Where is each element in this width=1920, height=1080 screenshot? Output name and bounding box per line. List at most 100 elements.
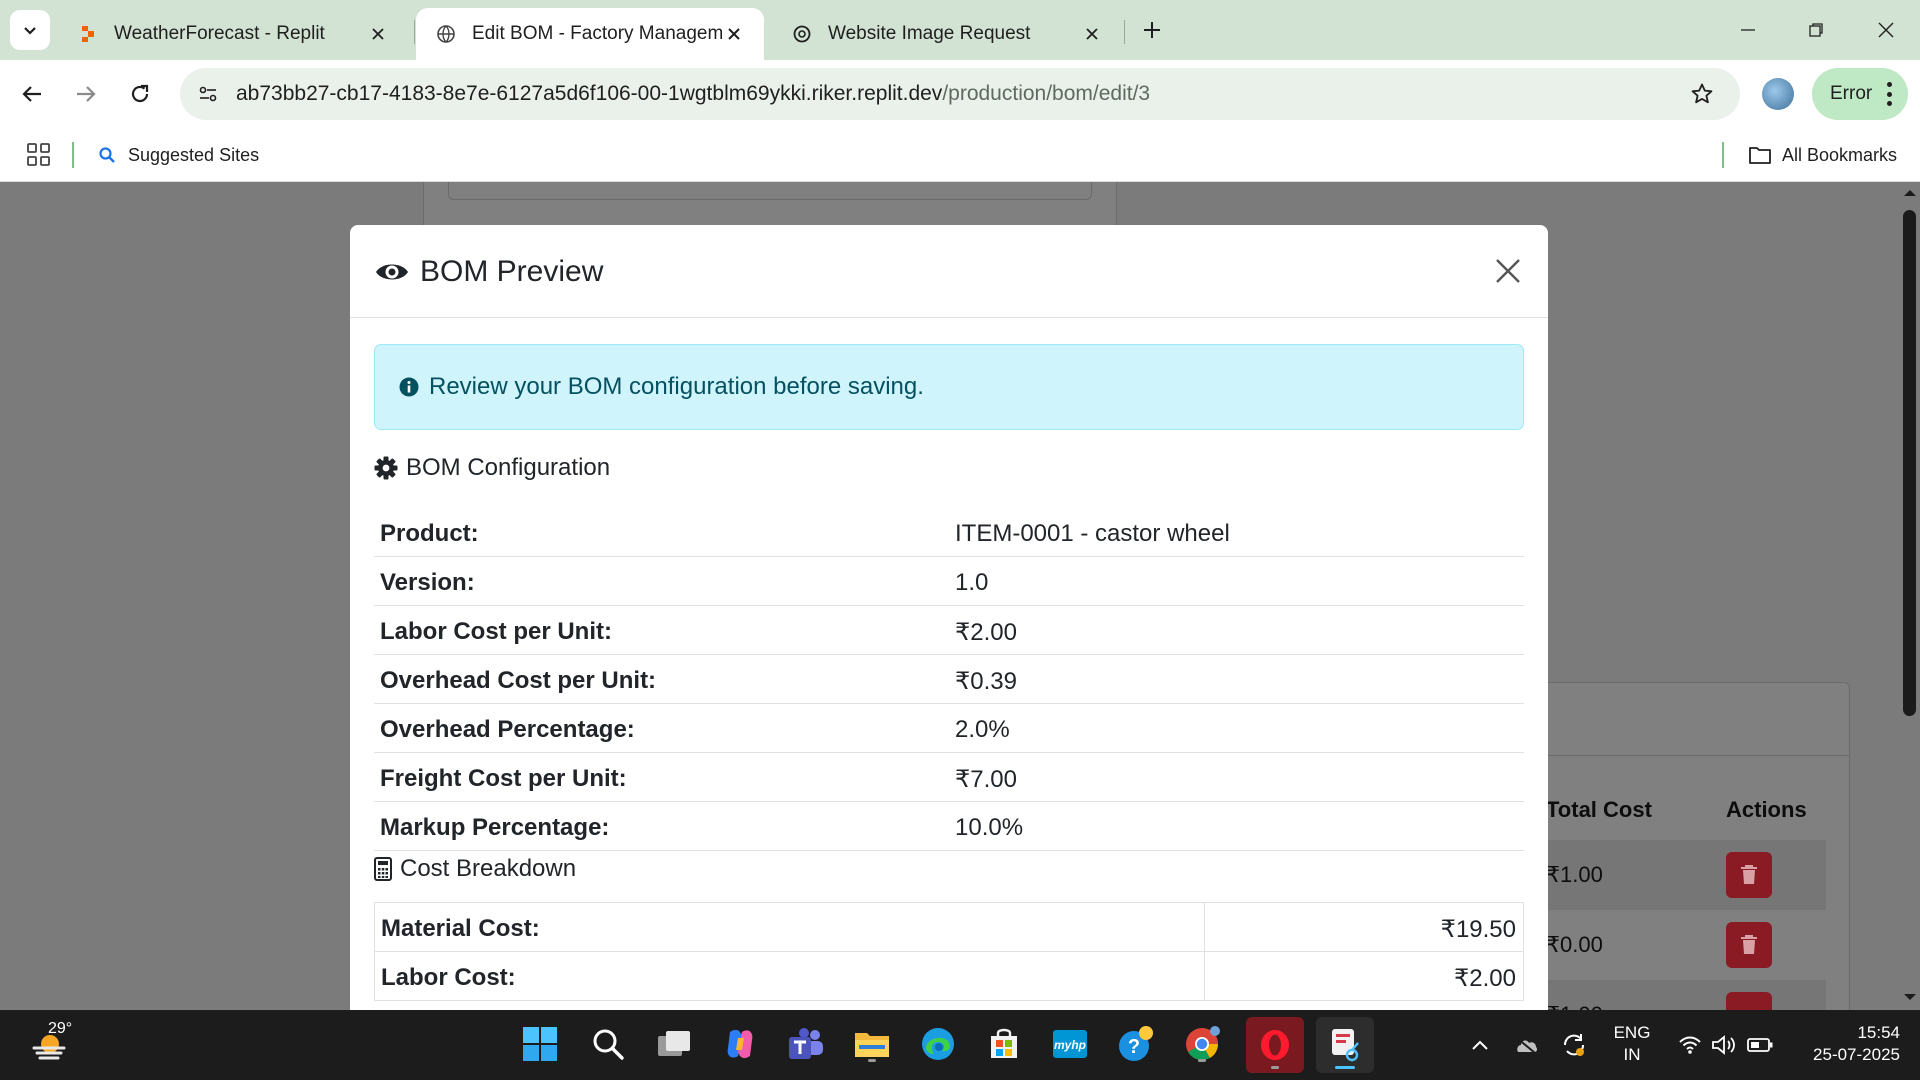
scrollbar-thumb[interactable] — [1903, 210, 1916, 716]
config-label: Labor Cost per Unit: — [380, 618, 612, 645]
close-tab-icon[interactable] — [722, 22, 746, 46]
site-info-icon[interactable] — [188, 74, 228, 114]
system-clock[interactable]: 15:54 25-07-2025 — [1790, 1022, 1900, 1066]
config-label: Markup Percentage: — [380, 814, 610, 841]
svg-text:myhp: myhp — [1054, 1038, 1086, 1052]
modal-title: BOM Preview — [374, 255, 603, 289]
cloud-offline-icon — [1516, 1037, 1538, 1054]
config-value: ₹7.00 — [955, 766, 1017, 793]
weather-temperature: 29° — [48, 1020, 73, 1037]
tab-website-image-request[interactable]: Website Image Request — [772, 8, 1122, 60]
tab-search-button[interactable] — [10, 10, 50, 50]
cost-label: Material Cost: — [381, 915, 540, 942]
bookmarks-separator — [1722, 142, 1724, 168]
input-language-indicator[interactable]: ENG IN — [1612, 1022, 1652, 1066]
bookmarks-bar: Suggested Sites All Bookmarks — [0, 128, 1920, 182]
config-value: 2.0% — [955, 716, 1010, 743]
minimize-icon — [1741, 29, 1755, 31]
task-view-button[interactable] — [652, 1022, 696, 1066]
file-explorer-button[interactable] — [850, 1022, 894, 1066]
delete-row-button[interactable] — [1726, 922, 1772, 968]
edge-icon — [922, 1028, 954, 1060]
bookmark-star-button[interactable] — [1684, 76, 1720, 112]
forward-button[interactable] — [68, 76, 104, 112]
config-value: 1.0 — [955, 569, 989, 596]
get-help-button[interactable]: ? — [1114, 1022, 1158, 1066]
back-button[interactable] — [14, 76, 50, 112]
profile-avatar[interactable] — [1762, 78, 1794, 110]
teams-button[interactable] — [784, 1022, 828, 1066]
close-tab-icon[interactable] — [1080, 22, 1104, 46]
table-row: Overhead Cost per Unit: ₹0.39 — [374, 655, 1524, 704]
taskbar-search-button[interactable] — [586, 1022, 630, 1066]
scroll-up-icon[interactable] — [1900, 186, 1920, 200]
tab-separator — [414, 20, 415, 44]
table-row: Product: ITEM-0001 - castor wheel — [374, 508, 1524, 557]
column-header-total-cost: Total Cost — [1546, 797, 1652, 822]
region-code: IN — [1623, 1045, 1641, 1064]
sync-tray-button[interactable] — [1560, 1032, 1588, 1058]
microsoft-store-button[interactable] — [982, 1022, 1026, 1066]
teams-icon — [789, 1028, 823, 1059]
alert-text: Review your BOM configuration before sav… — [429, 373, 924, 400]
cost-value: ₹2.00 — [1454, 965, 1516, 992]
delete-row-button[interactable] — [1726, 992, 1772, 1010]
config-label: Overhead Cost per Unit: — [380, 667, 657, 694]
close-tab-icon[interactable] — [366, 22, 390, 46]
onedrive-tray-button[interactable] — [1512, 1032, 1540, 1058]
section-title-text: Cost Breakdown — [400, 855, 577, 882]
edge-button[interactable] — [916, 1022, 960, 1066]
table-row: Labor Cost per Unit: ₹2.00 — [374, 606, 1524, 655]
myhp-button[interactable]: myhp — [1048, 1022, 1092, 1066]
total-cost-cell: ₹1.00 — [1546, 862, 1603, 887]
minimize-button[interactable] — [1728, 10, 1768, 50]
chrome-button[interactable] — [1180, 1022, 1224, 1066]
wifi-tray-button[interactable] — [1676, 1032, 1704, 1058]
arrow-right-icon — [77, 86, 96, 102]
restore-icon — [1809, 23, 1823, 37]
volume-tray-button[interactable] — [1710, 1032, 1738, 1058]
tab-weatherforecast[interactable]: WeatherForecast - Replit — [58, 8, 408, 60]
cost-label: Labor Cost: — [381, 964, 516, 991]
all-bookmarks-button[interactable]: All Bookmarks — [1748, 128, 1897, 182]
column-divider — [1204, 903, 1205, 952]
running-indicator — [868, 1059, 876, 1062]
cost-breakdown-heading: Cost Breakdown — [374, 855, 576, 883]
delete-row-button[interactable] — [1726, 852, 1772, 898]
new-tab-button[interactable] — [1136, 14, 1168, 46]
url-host: ab73bb27-cb17-4183-8e7e-6127a5d6f106-00-… — [236, 82, 943, 105]
eye-icon — [376, 264, 408, 280]
table-row: Overhead Percentage: 2.0% — [374, 704, 1524, 753]
gear-icon — [374, 456, 398, 480]
battery-tray-button[interactable] — [1746, 1032, 1774, 1058]
bookmark-suggested-sites[interactable]: Suggested Sites — [98, 128, 259, 182]
sync-icon — [1563, 1034, 1585, 1056]
scroll-down-icon[interactable] — [1900, 990, 1920, 1004]
snipping-tool-icon — [1332, 1029, 1359, 1062]
config-label: Version: — [380, 569, 475, 596]
show-hidden-icons-button[interactable] — [1466, 1032, 1494, 1058]
modal-header: BOM Preview — [350, 225, 1548, 318]
snipping-tool-button[interactable] — [1316, 1017, 1374, 1073]
config-label: Overhead Percentage: — [380, 716, 635, 743]
replit-favicon-icon — [78, 24, 98, 44]
address-bar[interactable]: ab73bb27-cb17-4183-8e7e-6127a5d6f106-00-… — [180, 68, 1740, 120]
apps-grid-icon[interactable] — [26, 142, 52, 168]
info-circle-icon — [399, 377, 419, 397]
error-menu-button[interactable]: Error — [1812, 68, 1908, 120]
close-window-button[interactable] — [1866, 10, 1906, 50]
reload-button[interactable] — [122, 76, 158, 112]
column-divider — [1204, 952, 1205, 1001]
modal-close-button[interactable] — [1488, 251, 1528, 291]
opera-button[interactable] — [1246, 1017, 1304, 1073]
tab-title: WeatherForecast - Replit — [114, 23, 325, 44]
tab-separator — [1124, 20, 1125, 44]
config-value: 10.0% — [955, 814, 1024, 841]
chatgpt-favicon-icon — [792, 24, 812, 44]
total-cost-cell: ₹1.00 — [1546, 1002, 1603, 1010]
start-button[interactable] — [518, 1022, 562, 1066]
restore-button[interactable] — [1796, 10, 1836, 50]
copilot-button[interactable] — [718, 1022, 762, 1066]
tab-edit-bom[interactable]: Edit BOM - Factory Management — [416, 8, 764, 60]
tab-title: Website Image Request — [828, 23, 1031, 44]
